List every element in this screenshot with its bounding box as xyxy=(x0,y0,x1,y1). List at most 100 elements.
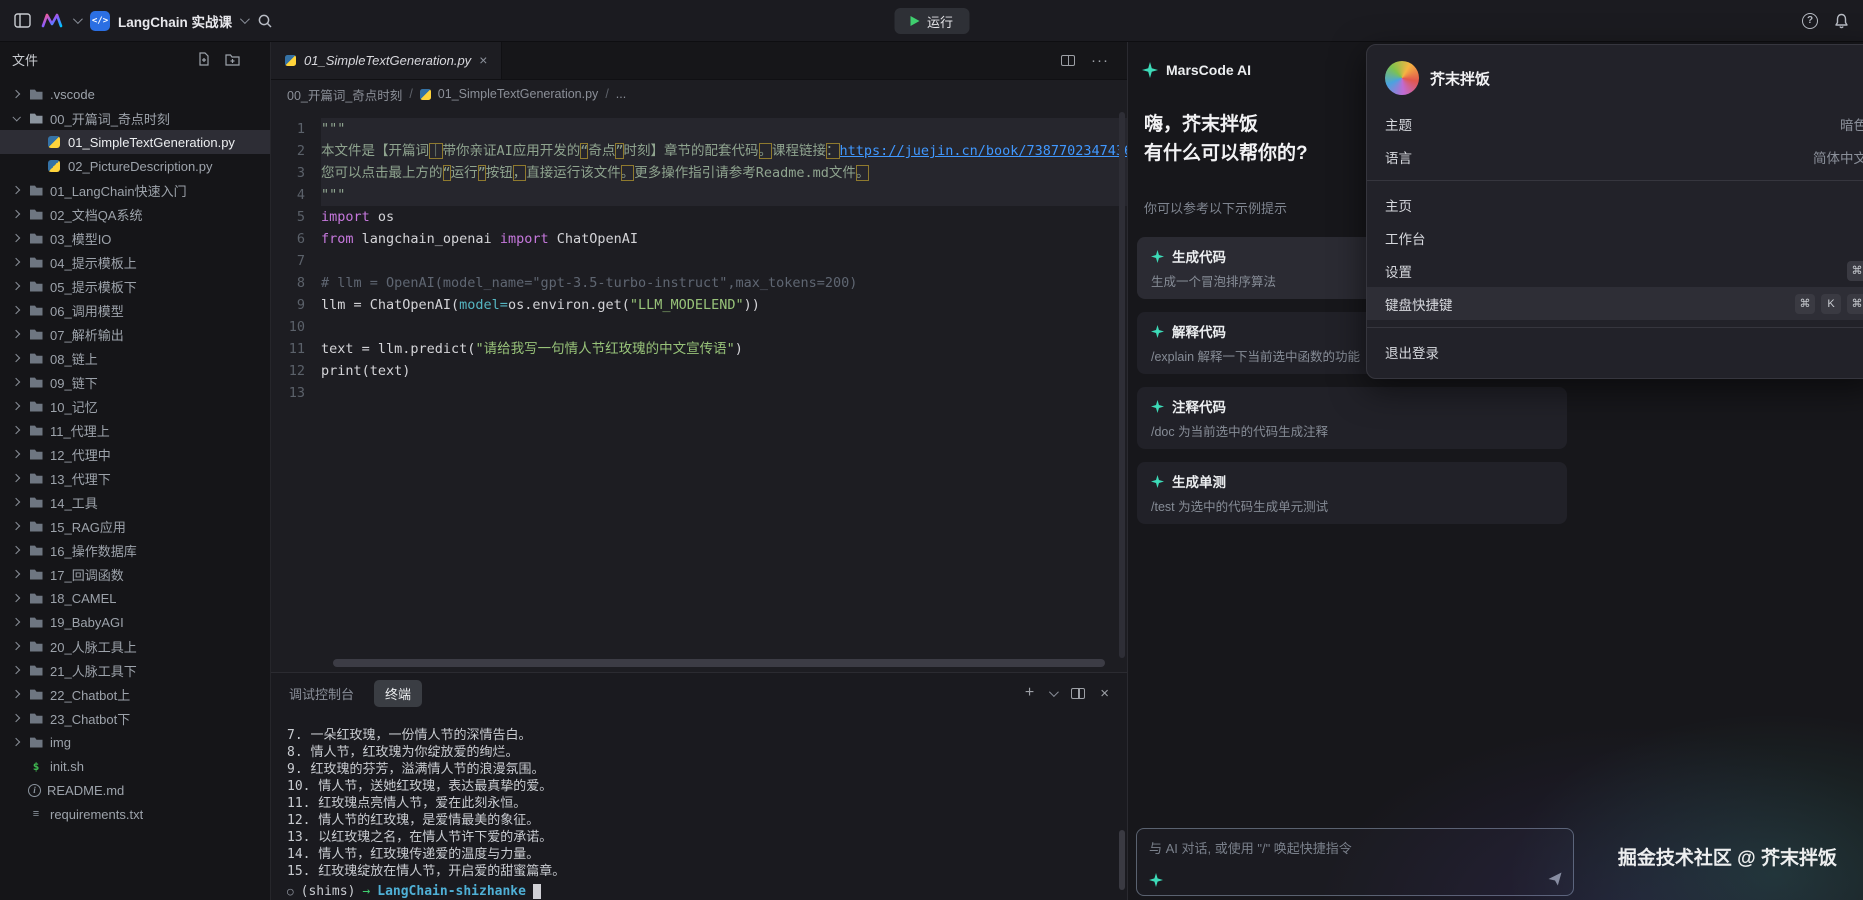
file-tree-item[interactable]: 18_CAMEL xyxy=(0,586,270,610)
file-tree-item[interactable]: 15_RAG应用 xyxy=(0,514,270,538)
menu-item[interactable]: 设置⌘ xyxy=(1367,254,1863,287)
project-switcher[interactable]: </> LangChain 实战课 xyxy=(90,11,247,31)
chevron-right-icon[interactable] xyxy=(10,571,22,577)
file-tree-item[interactable]: img xyxy=(0,730,270,754)
chevron-down-icon[interactable] xyxy=(1049,687,1059,697)
split-editor-icon[interactable] xyxy=(1061,55,1075,66)
send-icon[interactable] xyxy=(1547,871,1563,887)
terminal-prompt[interactable]: ○ (shims) → LangChain-shizhanke xyxy=(287,883,1127,900)
chevron-right-icon[interactable] xyxy=(10,667,22,673)
code-editor[interactable]: 1"""2本文件是【开篇词｜带你亲证AI应用开发的“奇点”时刻】章节的配套代码。… xyxy=(271,108,1127,672)
menu-item[interactable]: 语言简体中文 xyxy=(1367,140,1863,173)
terminal-scrollbar[interactable] xyxy=(1119,830,1125,890)
menu-item[interactable]: 键盘快捷键⌘K⌘ xyxy=(1367,287,1863,320)
menu-item[interactable]: 退出登录 xyxy=(1367,335,1863,368)
new-terminal-icon[interactable]: + xyxy=(1025,684,1034,702)
chevron-right-icon[interactable] xyxy=(10,379,22,385)
new-file-icon[interactable] xyxy=(197,52,211,66)
file-tree-item[interactable]: $init.sh xyxy=(0,754,270,778)
chevron-right-icon[interactable] xyxy=(10,739,22,745)
chevron-right-icon[interactable] xyxy=(10,619,22,625)
chevron-right-icon[interactable] xyxy=(10,91,22,97)
ai-chat-input[interactable]: 与 AI 对话, 或使用 "/" 唤起快捷指令 xyxy=(1136,828,1574,896)
more-actions-icon[interactable]: ··· xyxy=(1091,52,1109,69)
chevron-right-icon[interactable] xyxy=(10,187,22,193)
editor-tab[interactable]: 01_SimpleTextGeneration.py × xyxy=(271,41,502,79)
file-tree-item[interactable]: 22_Chatbot上 xyxy=(0,682,270,706)
split-terminal-icon[interactable] xyxy=(1071,688,1085,699)
v-scrollbar[interactable] xyxy=(1119,112,1125,658)
h-scrollbar[interactable] xyxy=(333,659,1105,667)
chevron-right-icon[interactable] xyxy=(10,331,22,337)
bell-icon[interactable] xyxy=(1834,13,1849,29)
avatar[interactable] xyxy=(1385,61,1419,95)
terminal[interactable]: 7. 一朵红玫瑰，一份情人节的深情告白。8. 情人节，红玫瑰为你绽放爱的绚烂。9… xyxy=(271,713,1127,900)
file-tree-item[interactable]: ≡requirements.txt xyxy=(0,802,270,826)
chevron-right-icon[interactable] xyxy=(10,499,22,505)
marscode-logo-icon[interactable] xyxy=(41,13,63,28)
run-button[interactable]: 运行 xyxy=(894,8,969,34)
file-tree-item[interactable]: 02_PictureDescription.py xyxy=(0,154,270,178)
file-tree-item[interactable]: iREADME.md xyxy=(0,778,270,802)
file-tree-item[interactable]: 17_回调函数 xyxy=(0,562,270,586)
terminal-line: 8. 情人节，红玫瑰为你绽放爱的绚烂。 xyxy=(287,744,1127,761)
chevron-right-icon[interactable] xyxy=(10,403,22,409)
breadcrumb-folder[interactable]: 00_开篇词_奇点时刻 xyxy=(287,85,402,104)
workspace-icon[interactable] xyxy=(14,13,31,28)
file-tree-item[interactable]: 05_提示模板下 xyxy=(0,274,270,298)
chevron-down-icon[interactable] xyxy=(10,115,22,121)
file-tree-item[interactable]: 13_代理下 xyxy=(0,466,270,490)
file-tree-item[interactable]: 20_人脉工具上 xyxy=(0,634,270,658)
file-tree-item[interactable]: 08_链上 xyxy=(0,346,270,370)
tab-terminal[interactable]: 终端 xyxy=(374,680,422,707)
sparkle-icon[interactable] xyxy=(1149,873,1163,887)
chevron-right-icon[interactable] xyxy=(10,355,22,361)
file-tree-item[interactable]: 16_操作数据库 xyxy=(0,538,270,562)
chevron-right-icon[interactable] xyxy=(10,427,22,433)
file-tree-item[interactable]: 03_模型IO xyxy=(0,226,270,250)
chevron-right-icon[interactable] xyxy=(10,547,22,553)
file-tree-item[interactable]: 00_开篇词_奇点时刻 xyxy=(0,106,270,130)
chevron-right-icon[interactable] xyxy=(10,307,22,313)
file-tree-item[interactable]: 06_调用模型 xyxy=(0,298,270,322)
file-tree-item[interactable]: 10_记忆 xyxy=(0,394,270,418)
close-panel-icon[interactable]: × xyxy=(1100,685,1109,702)
tab-debug-console[interactable]: 调试控制台 xyxy=(289,684,354,703)
prompt-card[interactable]: 注释代码/doc 为当前选中的代码生成注释 xyxy=(1137,387,1567,449)
breadcrumb-file[interactable]: 01_SimpleTextGeneration.py xyxy=(438,87,599,101)
chevron-right-icon[interactable] xyxy=(10,643,22,649)
menu-item[interactable]: 工作台 xyxy=(1367,221,1863,254)
chevron-right-icon[interactable] xyxy=(10,451,22,457)
chevron-right-icon[interactable] xyxy=(10,211,22,217)
file-tree-item[interactable]: 01_SimpleTextGeneration.py xyxy=(0,130,270,154)
menu-item[interactable]: 主页 xyxy=(1367,188,1863,221)
chevron-right-icon[interactable] xyxy=(10,691,22,697)
file-tree-item[interactable]: 01_LangChain快速入门 xyxy=(0,178,270,202)
file-tree-item[interactable]: 07_解析输出 xyxy=(0,322,270,346)
file-tree-item[interactable]: .vscode xyxy=(0,82,270,106)
file-tree-item[interactable]: 12_代理中 xyxy=(0,442,270,466)
chevron-right-icon[interactable] xyxy=(10,715,22,721)
menu-item[interactable]: 主题暗色 xyxy=(1367,107,1863,140)
chevron-right-icon[interactable] xyxy=(10,595,22,601)
search-icon[interactable] xyxy=(257,13,273,29)
new-folder-icon[interactable] xyxy=(225,52,240,66)
tab-close-icon[interactable]: × xyxy=(479,52,487,68)
chevron-right-icon[interactable] xyxy=(10,523,22,529)
file-tree-item[interactable]: 23_Chatbot下 xyxy=(0,706,270,730)
chevron-right-icon[interactable] xyxy=(10,235,22,241)
chevron-right-icon[interactable] xyxy=(10,259,22,265)
file-tree-item[interactable]: 14_工具 xyxy=(0,490,270,514)
file-tree-item[interactable]: 02_文档QA系统 xyxy=(0,202,270,226)
file-tree-item[interactable]: 09_链下 xyxy=(0,370,270,394)
file-tree-item[interactable]: 21_人脉工具下 xyxy=(0,658,270,682)
file-tree-item[interactable]: 04_提示模板上 xyxy=(0,250,270,274)
file-tree-item[interactable]: 19_BabyAGI xyxy=(0,610,270,634)
chevron-right-icon[interactable] xyxy=(10,475,22,481)
breadcrumb-more[interactable]: ... xyxy=(616,87,626,101)
chevron-down-icon[interactable] xyxy=(73,14,83,24)
chevron-right-icon[interactable] xyxy=(10,283,22,289)
help-icon[interactable]: ? xyxy=(1802,13,1818,29)
prompt-card[interactable]: 生成单测/test 为选中的代码生成单元测试 xyxy=(1137,462,1567,524)
file-tree-item[interactable]: 11_代理上 xyxy=(0,418,270,442)
